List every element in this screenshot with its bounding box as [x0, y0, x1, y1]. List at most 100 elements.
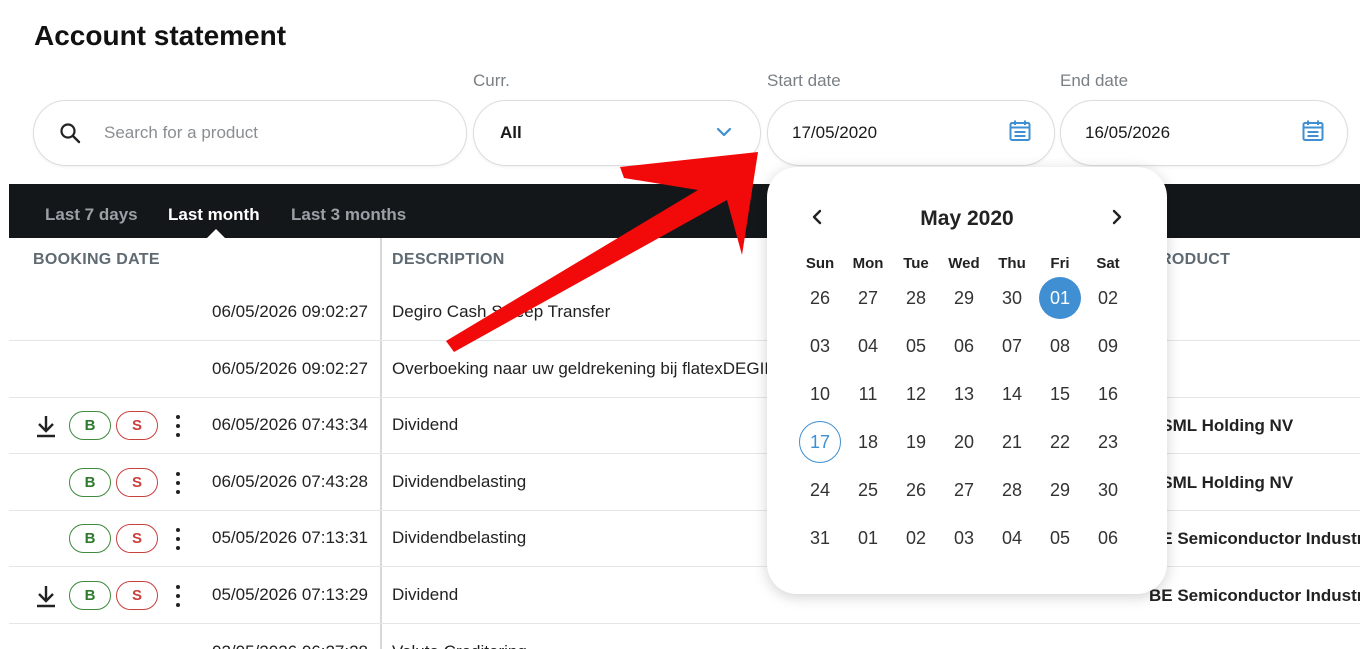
- calendar-day[interactable]: 23: [1087, 421, 1129, 463]
- search-input[interactable]: [104, 123, 424, 143]
- calendar-day[interactable]: 04: [991, 517, 1033, 559]
- calendar-day[interactable]: 09: [1087, 325, 1129, 367]
- calendar-day[interactable]: 21: [991, 421, 1033, 463]
- weekday-header: Tue: [903, 255, 929, 272]
- calendar-day[interactable]: 27: [847, 277, 889, 319]
- next-month-icon[interactable]: [1105, 205, 1129, 229]
- buy-button[interactable]: B: [69, 581, 111, 610]
- calendar-day[interactable]: 02: [895, 517, 937, 559]
- transaction-description: Valuta Creditering: [392, 642, 527, 649]
- calendar-day[interactable]: 18: [847, 421, 889, 463]
- calendar-day[interactable]: 20: [943, 421, 985, 463]
- calendar-day[interactable]: 15: [1039, 373, 1081, 415]
- download-icon[interactable]: [35, 414, 57, 438]
- calendar-day[interactable]: 08: [1039, 325, 1081, 367]
- search-icon: [56, 119, 84, 147]
- calendar-day[interactable]: 05: [1039, 517, 1081, 559]
- calendar-day[interactable]: 30: [1087, 469, 1129, 511]
- calendar-day[interactable]: 16: [1087, 373, 1129, 415]
- tab-last-3-months[interactable]: Last 3 months: [291, 205, 406, 225]
- calendar-day[interactable]: 04: [847, 325, 889, 367]
- calendar-day[interactable]: 31: [799, 517, 841, 559]
- booking-datetime: 06/05/2026 07:43:28: [212, 471, 368, 491]
- weekday-header: Thu: [998, 255, 1026, 272]
- calendar-day[interactable]: 03: [799, 325, 841, 367]
- booking-datetime: 06/05/2026 09:02:27: [212, 302, 368, 321]
- calendar-day[interactable]: 22: [1039, 421, 1081, 463]
- calendar-day[interactable]: 28: [991, 469, 1033, 511]
- booking-datetime: 06/05/2026 07:43:34: [212, 415, 368, 435]
- currency-label: Curr.: [473, 71, 510, 90]
- calendar-day[interactable]: 01: [847, 517, 889, 559]
- calendar-day[interactable]: 03: [943, 517, 985, 559]
- calendar-day[interactable]: 25: [847, 469, 889, 511]
- calendar-day[interactable]: 19: [895, 421, 937, 463]
- buy-button[interactable]: B: [69, 524, 111, 554]
- product-name[interactable]: ASML Holding NV: [1149, 473, 1293, 493]
- calendar-icon[interactable]: [1301, 119, 1325, 148]
- calendar-day[interactable]: 29: [943, 277, 985, 319]
- calendar-day[interactable]: 17: [799, 421, 841, 463]
- table-row[interactable]: 02/05/2026 06:27:28 Valuta Creditering: [9, 625, 1360, 649]
- weekday-header: Mon: [852, 255, 884, 272]
- tab-last-7-days[interactable]: Last 7 days: [45, 205, 138, 225]
- column-header-booking-date[interactable]: BOOKING DATE: [33, 251, 160, 269]
- calendar-day[interactable]: 14: [991, 373, 1033, 415]
- calendar-day[interactable]: 29: [1039, 469, 1081, 511]
- more-options-icon[interactable]: [173, 412, 183, 440]
- calendar-day[interactable]: 26: [895, 469, 937, 511]
- booking-datetime: 02/05/2026 06:27:28: [212, 642, 368, 649]
- currency-value: All: [500, 123, 522, 142]
- booking-datetime: 05/05/2026 07:13:29: [212, 585, 368, 604]
- transaction-description: Dividend: [392, 585, 459, 604]
- weekday-header: Sat: [1096, 255, 1120, 272]
- sell-button[interactable]: S: [116, 467, 158, 497]
- more-options-icon[interactable]: [173, 525, 183, 553]
- buy-button[interactable]: B: [69, 411, 111, 441]
- more-options-icon[interactable]: [173, 582, 183, 610]
- calendar-day[interactable]: 24: [799, 469, 841, 511]
- calendar-day[interactable]: 07: [991, 325, 1033, 367]
- product-name[interactable]: BE Semiconductor Industries: [1149, 529, 1360, 549]
- column-header-product[interactable]: RODUCT: [1160, 251, 1230, 269]
- end-date-value: 16/05/2026: [1085, 123, 1171, 142]
- start-date-field[interactable]: 17/05/2020: [767, 100, 1055, 166]
- transaction-description: Dividendbelasting: [392, 528, 527, 548]
- tab-last-month[interactable]: Last month: [168, 205, 260, 225]
- calendar-day[interactable]: 06: [1087, 517, 1129, 559]
- end-date-label: End date: [1060, 71, 1129, 90]
- calendar-day[interactable]: 12: [895, 373, 937, 415]
- calendar-day[interactable]: 10: [799, 373, 841, 415]
- column-header-description[interactable]: DESCRIPTION: [392, 251, 505, 269]
- download-icon[interactable]: [35, 584, 57, 608]
- sell-button[interactable]: S: [116, 581, 158, 610]
- transaction-description: Degiro Cash Sweep Transfer: [392, 302, 611, 321]
- weekday-header: Fri: [1050, 255, 1070, 272]
- product-name[interactable]: ASML Holding NV: [1149, 416, 1293, 436]
- more-options-icon[interactable]: [173, 469, 183, 497]
- calendar-day[interactable]: 13: [943, 373, 985, 415]
- transaction-description: Dividendbelasting: [392, 471, 527, 491]
- calendar-day[interactable]: 06: [943, 325, 985, 367]
- transaction-description: Dividend: [392, 415, 459, 435]
- page-title: Account statement: [34, 20, 287, 51]
- search-box: [33, 100, 467, 166]
- calendar-day[interactable]: 26: [799, 277, 841, 319]
- calendar-day[interactable]: 28: [895, 277, 937, 319]
- end-date-field[interactable]: 16/05/2026: [1060, 100, 1348, 166]
- sell-button[interactable]: S: [116, 524, 158, 554]
- buy-button[interactable]: B: [69, 467, 111, 497]
- currency-select[interactable]: All: [473, 100, 761, 166]
- start-date-label: Start date: [767, 71, 841, 90]
- booking-datetime: 06/05/2026 09:02:27: [212, 358, 368, 378]
- calendar-day[interactable]: 01: [1039, 277, 1081, 319]
- calendar-day[interactable]: 02: [1087, 277, 1129, 319]
- calendar-day[interactable]: 05: [895, 325, 937, 367]
- sell-button[interactable]: S: [116, 411, 158, 441]
- product-name[interactable]: BE Semiconductor Industries: [1149, 586, 1360, 606]
- calendar-day[interactable]: 30: [991, 277, 1033, 319]
- calendar-day[interactable]: 27: [943, 469, 985, 511]
- start-date-value: 17/05/2020: [792, 123, 878, 142]
- calendar-icon[interactable]: [1008, 119, 1032, 148]
- calendar-day[interactable]: 11: [847, 373, 889, 415]
